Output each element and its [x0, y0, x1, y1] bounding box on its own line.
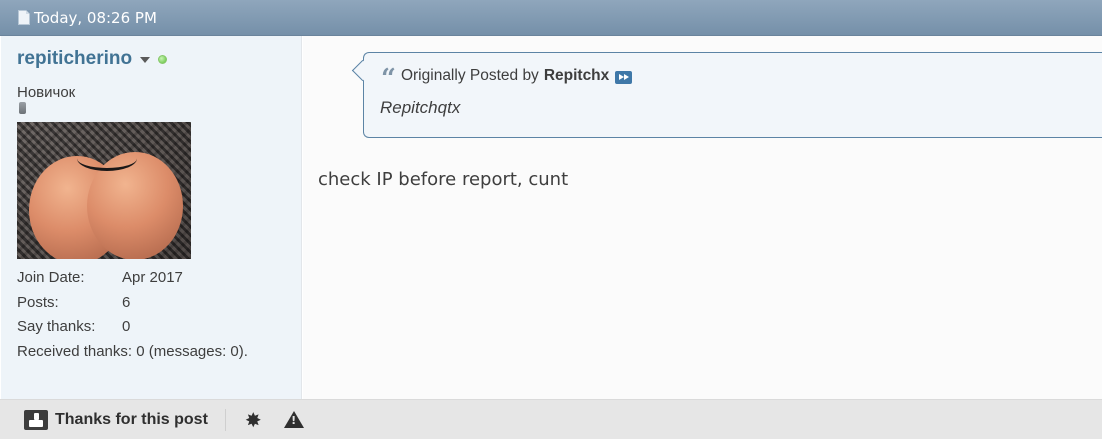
- post-message: check IP before report, cunt: [318, 169, 569, 190]
- username-row: repiticherino: [17, 48, 168, 70]
- avatar[interactable]: [17, 122, 191, 259]
- online-status-icon: [158, 54, 168, 64]
- stat-value: Apr 2017: [122, 269, 183, 286]
- stat-received-thanks: Received thanks: 0 (messages: 0).: [17, 342, 248, 360]
- stat-say-thanks: Say thanks: 0: [17, 315, 248, 340]
- quote-text: Repitchqtx: [380, 98, 461, 117]
- thanks-label: Thanks for this post: [55, 410, 208, 428]
- avatar-shape: [77, 146, 137, 171]
- warning-mark: !: [291, 413, 297, 427]
- thumbs-up-icon: [24, 409, 48, 430]
- stat-label: Posts:: [17, 293, 59, 311]
- star-icon[interactable]: ✸: [245, 410, 262, 430]
- stat-label: Join Date:: [17, 269, 85, 286]
- stat-value: 6: [122, 293, 131, 311]
- user-title: Новичок: [17, 84, 76, 101]
- post-footer: Thanks for this post ✸ !: [0, 399, 1102, 439]
- user-stats: Join Date: Apr 2017 Posts: 6 Say thanks:…: [17, 266, 248, 364]
- quote-icon: “: [381, 64, 396, 94]
- username-link[interactable]: repiticherino: [17, 48, 132, 70]
- user-info-panel: repiticherino Новичок Join Date: Apr 201…: [1, 36, 302, 399]
- quote-header: “ Originally Posted by Repitchx: [381, 63, 633, 94]
- thanks-button[interactable]: Thanks for this post: [24, 409, 208, 430]
- quote-prefix: Originally Posted by: [400, 66, 539, 84]
- forum-post: Today, 08:26 PM repiticherino Новичок Jo…: [0, 0, 1102, 446]
- post-date: Today, 08:26 PM: [34, 8, 157, 27]
- stat-label: Say thanks:: [17, 318, 96, 335]
- stat-posts: Posts: 6: [17, 291, 248, 316]
- stat-value: 0: [122, 318, 131, 335]
- document-icon: [18, 10, 30, 25]
- view-post-icon[interactable]: [615, 70, 633, 84]
- reputation-icon: [19, 102, 26, 114]
- user-menu-caret-icon[interactable]: [140, 57, 151, 63]
- post-header: Today, 08:26 PM: [0, 0, 1102, 36]
- report-warning-icon[interactable]: !: [283, 410, 304, 429]
- stat-join-date: Join Date: Apr 2017: [17, 266, 248, 291]
- quote-block: “ Originally Posted by Repitchx Repitchq…: [363, 52, 1102, 138]
- post-content: “ Originally Posted by Repitchx Repitchq…: [303, 36, 1102, 399]
- quote-author: Repitchx: [543, 66, 610, 84]
- divider: [224, 408, 226, 431]
